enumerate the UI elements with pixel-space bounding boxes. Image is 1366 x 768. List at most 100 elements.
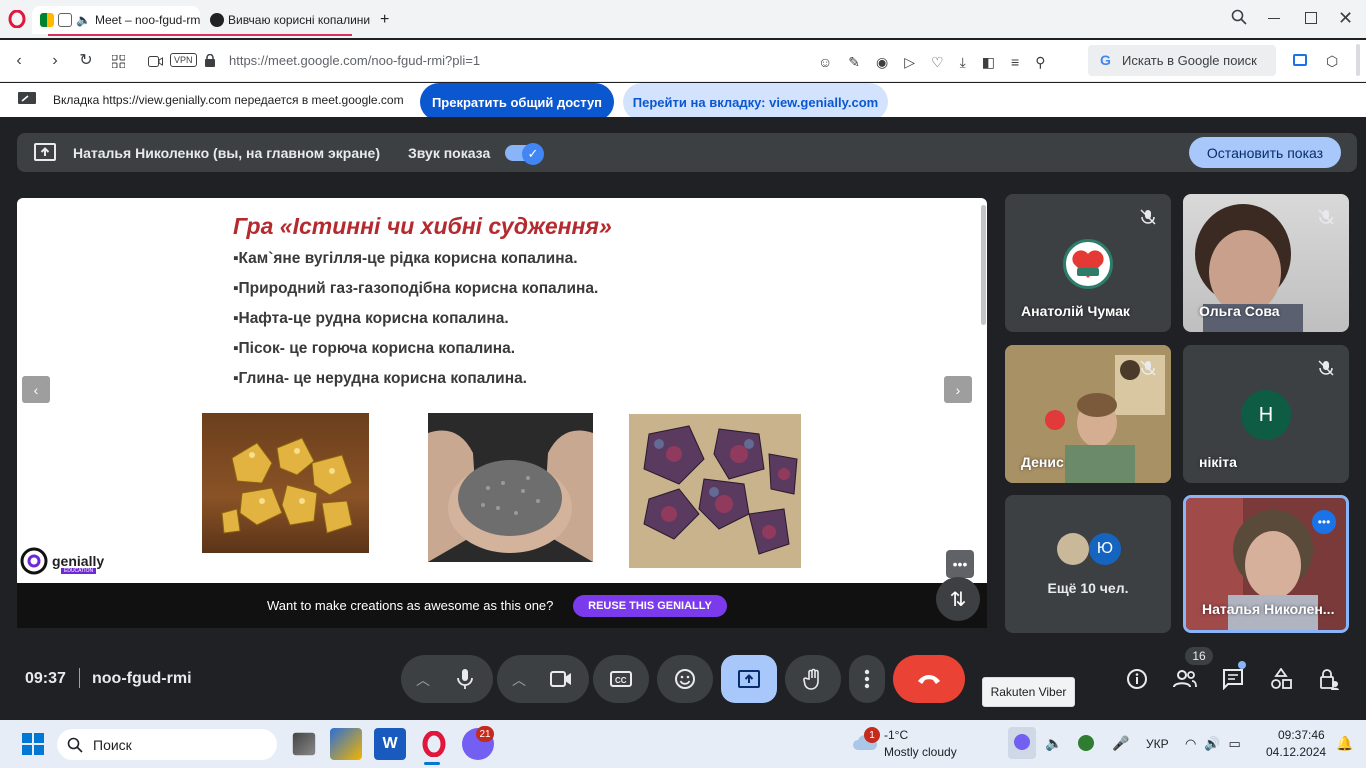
- close-window-icon[interactable]: ✕: [1338, 8, 1353, 29]
- restore-icon[interactable]: [1305, 12, 1317, 24]
- vpn-badge[interactable]: VPN: [170, 53, 197, 67]
- captions-button[interactable]: CC: [593, 655, 649, 703]
- more-options-icon[interactable]: •••: [1312, 510, 1336, 534]
- edit-icon[interactable]: ✎: [848, 54, 860, 71]
- wifi-icon[interactable]: ◠: [1185, 736, 1196, 752]
- participant-tile[interactable]: Денис: [1005, 345, 1171, 483]
- lock-icon[interactable]: [205, 54, 215, 67]
- tab-genially[interactable]: Вивчаю корисні копалини: [202, 6, 370, 34]
- camera-permission-icon[interactable]: [148, 56, 163, 67]
- heart-icon[interactable]: ♡: [931, 54, 944, 71]
- small-avatar: Ю: [1089, 533, 1121, 565]
- back-icon[interactable]: ‹: [10, 52, 28, 70]
- stop-presenting-button[interactable]: Остановить показ: [1189, 137, 1341, 168]
- windows-start-icon[interactable]: [22, 733, 44, 755]
- people-button[interactable]: [1170, 664, 1200, 694]
- meeting-details-button[interactable]: [1122, 664, 1152, 694]
- system-clock-date[interactable]: 04.12.2024: [1266, 745, 1326, 759]
- profile-icon[interactable]: ⚲: [1035, 54, 1045, 71]
- easy-setup-icon[interactable]: ◧: [982, 54, 995, 71]
- send-icon[interactable]: ▷: [904, 54, 915, 71]
- swap-layout-icon[interactable]: ⇅: [936, 577, 980, 621]
- tabs-sidebar-icon[interactable]: [1293, 54, 1307, 66]
- pip-icon[interactable]: [58, 13, 72, 27]
- raise-hand-button[interactable]: [785, 655, 841, 703]
- notifications-bell-icon[interactable]: 🔔: [1336, 735, 1353, 752]
- forward-icon[interactable]: ›: [46, 52, 64, 70]
- security-tray-icon[interactable]: [1078, 735, 1094, 751]
- switch-to-tab-button[interactable]: Перейти на вкладку: view.genially.com: [623, 83, 888, 121]
- host-controls-button[interactable]: [1314, 664, 1344, 694]
- snapshot-icon[interactable]: ◉: [876, 54, 888, 71]
- microsoft-store-icon[interactable]: [330, 728, 362, 760]
- viber-tray-icon[interactable]: [1014, 734, 1030, 750]
- slide-more-options-icon[interactable]: •••: [946, 550, 974, 578]
- camera-button[interactable]: [533, 655, 589, 703]
- extensions-cube-icon[interactable]: ⬡: [1326, 53, 1338, 70]
- system-clock-time[interactable]: 09:37:46: [1278, 728, 1325, 742]
- camera-icon: [550, 671, 571, 687]
- svg-text:CC: CC: [615, 676, 627, 685]
- avatar: Н: [1241, 390, 1291, 440]
- active-tab-indicator: [48, 34, 352, 36]
- mic-button[interactable]: [437, 655, 493, 703]
- participant-tile[interactable]: Н нікіта: [1183, 345, 1349, 483]
- opera-taskbar-icon[interactable]: [418, 728, 450, 760]
- volume-icon[interactable]: 🔊: [1204, 736, 1220, 752]
- speaker-tray-icon[interactable]: 🔈: [1045, 735, 1062, 752]
- reload-icon[interactable]: ↻: [77, 52, 95, 70]
- meet-favicon-icon: [40, 13, 54, 27]
- task-view-icon[interactable]: [292, 732, 316, 756]
- chat-unread-dot: [1238, 661, 1246, 669]
- slide-title: Гра «Істинні чи хибні судження»: [233, 213, 612, 239]
- google-g-icon: G: [1100, 52, 1111, 68]
- taskbar-search-text: Поиск: [93, 736, 132, 753]
- sidebar-handle[interactable]: [1356, 44, 1360, 76]
- camera-options-chevron-icon[interactable]: ︿: [512, 670, 526, 690]
- opera-logo-icon[interactable]: [8, 10, 26, 28]
- toggle-check-icon[interactable]: ✓: [522, 143, 544, 165]
- more-participants-tile[interactable]: Ю Ещё 10 чел.: [1005, 495, 1171, 633]
- activities-button[interactable]: [1266, 664, 1296, 694]
- speed-dial-icon[interactable]: [112, 55, 125, 68]
- input-language[interactable]: УКР: [1146, 737, 1169, 751]
- download-icon[interactable]: ⤓: [960, 54, 966, 71]
- tab-search-icon[interactable]: [1231, 9, 1247, 25]
- small-avatar-photo: [1057, 533, 1089, 565]
- reuse-genially-button[interactable]: REUSE THIS GENIALLY: [573, 595, 727, 617]
- hands-gravel-image: [428, 413, 593, 562]
- slide-next-button[interactable]: ›: [944, 376, 972, 403]
- microphone-tray-icon[interactable]: 🎤: [1112, 735, 1129, 752]
- people-icon: [1173, 670, 1197, 688]
- weather-description[interactable]: Mostly cloudy: [884, 745, 957, 759]
- more-vert-icon: [864, 669, 870, 689]
- url-text[interactable]: https://meet.google.com/noo-fgud-rmi?pli…: [229, 53, 480, 68]
- mic-options-chevron-icon[interactable]: ︿: [416, 670, 430, 690]
- taskbar-search[interactable]: Поиск: [57, 729, 277, 760]
- google-search-box[interactable]: G Искать в Google поиск: [1088, 45, 1276, 76]
- minimize-icon[interactable]: [1268, 18, 1280, 19]
- emoji-icon[interactable]: ☺: [818, 54, 832, 71]
- more-options-button[interactable]: [849, 655, 885, 703]
- participant-tile[interactable]: Ольга Сова: [1183, 194, 1349, 332]
- word-icon[interactable]: W: [374, 728, 406, 760]
- battery-icon[interactable]: ▭: [1229, 736, 1241, 752]
- reactions-button[interactable]: [657, 655, 713, 703]
- meeting-code: noo-fgud-rmi: [92, 670, 192, 687]
- gold-nuggets-image: [202, 413, 369, 553]
- self-view-tile[interactable]: ••• Наталья Николен...: [1183, 495, 1349, 633]
- participant-tile[interactable]: Анатолій Чумак: [1005, 194, 1171, 332]
- reuse-prompt-text: Want to make creations as awesome as thi…: [267, 598, 554, 613]
- weather-temperature[interactable]: -1°C: [884, 728, 908, 742]
- leave-call-button[interactable]: [893, 655, 965, 703]
- speaker-icon[interactable]: 🔈: [76, 13, 91, 27]
- statement-2: ▪Природний газ-газоподібна корисна копал…: [233, 280, 599, 297]
- stop-sharing-button[interactable]: Прекратить общий доступ: [420, 83, 614, 121]
- menu-lines-icon[interactable]: ≡: [1011, 54, 1019, 71]
- slide-prev-button[interactable]: ‹: [22, 376, 50, 403]
- tab-meet[interactable]: 🔈 Meet – noo-fgud-rmi: [32, 6, 200, 34]
- slide-scrollbar[interactable]: [981, 205, 986, 325]
- present-button[interactable]: [721, 655, 777, 703]
- new-tab-icon[interactable]: +: [380, 11, 389, 29]
- tab-title: Meet – noo-fgud-rmi: [94, 13, 200, 27]
